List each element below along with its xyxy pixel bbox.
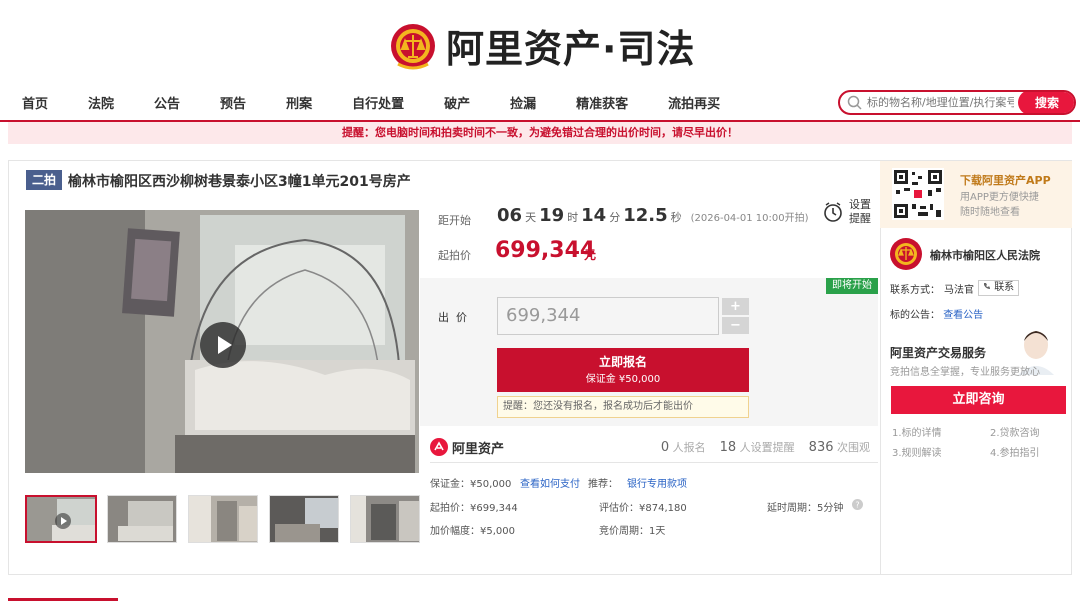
signup-title: 立即报名: [598, 355, 647, 369]
guide-item-loan[interactable]: 2.贷款咨询: [990, 424, 1040, 439]
guide-item-participation[interactable]: 4.参拍指引: [990, 444, 1040, 459]
search-button[interactable]: 搜索: [1018, 92, 1074, 113]
countdown-label: 距开始: [438, 214, 471, 227]
bid-label: 出 价: [438, 311, 467, 324]
nav-item-precise-leads[interactable]: 精准获客: [576, 93, 628, 112]
signup-deposit: 保证金 ¥50,000: [585, 374, 661, 385]
countdown-hours: 19: [539, 205, 565, 226]
deposit-info: 保证金：¥50,000: [430, 479, 512, 490]
play-video-icon[interactable]: [200, 322, 246, 368]
view-count-label: 次围观: [837, 441, 870, 454]
signup-hint: 提醒：您还没有报名，报名成功后才能出价: [497, 396, 749, 418]
svg-text:?: ?: [855, 501, 859, 510]
search-icon: [847, 95, 862, 110]
countdown-seconds-unit: 秒: [670, 211, 682, 224]
court-emblem-icon: [391, 23, 435, 69]
decrease-bid-button[interactable]: −: [722, 317, 749, 334]
round-badge: 二拍: [26, 170, 62, 190]
countdown: 06 天 19 时 14 分 12.5 秒 (2026-04-01 10:00开…: [497, 205, 809, 226]
detail-increment: 加价幅度：¥5,000: [430, 526, 515, 537]
countdown-minutes: 14: [581, 205, 607, 226]
ali-asset-icon: [430, 438, 448, 456]
court-emblem-icon: [890, 238, 922, 270]
increase-bid-button[interactable]: +: [722, 298, 749, 315]
search-box: 搜索: [838, 90, 1076, 115]
app-download-line-1: 用APP更方便快捷: [960, 192, 1039, 203]
platform-name: 阿里资产: [452, 441, 505, 457]
service-title: 阿里资产交易服务: [890, 346, 987, 360]
app-download-title[interactable]: 下载阿里资产APP: [960, 172, 1051, 188]
start-time: (2026-04-01 10:00开拍): [690, 213, 809, 224]
contact-row: 联系方式： 马法官 联系: [890, 280, 1020, 296]
detail-delay: 延时周期：5分钟: [767, 503, 844, 514]
guide-item-detail[interactable]: 1.标的详情: [892, 424, 942, 439]
nav-item-announcement[interactable]: 公告: [154, 93, 180, 112]
stats-bar: 阿里资产 0 人报名 18 人设置提醒 836 次围观: [430, 434, 878, 460]
remind-label-2: 提醒: [849, 212, 871, 225]
contact-name: 马法官: [944, 284, 974, 296]
time-mismatch-notice: 提醒：您电脑时间和拍卖时间不一致，为避免错过合理的出价时间，请尽早出价！: [8, 122, 1072, 144]
announcement-row: 标的公告： 查看公告: [890, 306, 983, 321]
thumbnail-3[interactable]: [188, 495, 258, 543]
thumbnail-4[interactable]: [269, 495, 339, 543]
remind-count-label: 人设置提醒: [739, 441, 795, 454]
guide-item-rules[interactable]: 3.规则解读: [892, 444, 942, 459]
detail-start-price: 起拍价：¥699,344: [430, 503, 518, 514]
countdown-days: 06: [497, 205, 523, 226]
view-count: 836: [808, 440, 834, 455]
how-to-pay-link[interactable]: 查看如何支付: [520, 475, 580, 490]
main-nav: 首页 法院 公告 预告 刑案 自行处置 破产 捡漏 精准获客 流拍再买: [22, 93, 760, 112]
countdown-days-unit: 天: [525, 211, 537, 224]
court-name[interactable]: 榆林市榆阳区人民法院: [930, 247, 1040, 263]
search-input[interactable]: [864, 96, 1014, 109]
currency-unit: 元: [584, 248, 597, 262]
service-subtitle: 竞拍信息全掌握，专业服务更放心: [890, 367, 1040, 378]
recommend-label: 推荐：: [588, 479, 618, 490]
nav-item-bargain[interactable]: 捡漏: [510, 93, 536, 112]
help-icon[interactable]: ?: [852, 499, 863, 510]
item-title: 榆林市榆阳区西沙柳树巷景泰小区3幢1单元201号房产: [68, 174, 411, 190]
qr-code-icon[interactable]: [892, 168, 944, 220]
thumbnail-2[interactable]: [107, 495, 177, 543]
contact-button-label: 联系: [994, 282, 1015, 293]
signup-button[interactable]: 立即报名 保证金 ¥50,000: [497, 348, 749, 392]
nav-item-bankruptcy[interactable]: 破产: [444, 93, 470, 112]
alarm-clock-icon: [824, 202, 842, 222]
signup-count-label: 人报名: [672, 441, 706, 454]
detail-eval-price: 评估价：¥874,180: [599, 503, 687, 514]
announcement-label: 标的公告：: [890, 310, 940, 321]
platform-logo: 阿里资产: [430, 438, 504, 457]
countdown-minutes-unit: 分: [609, 211, 621, 224]
nav-item-self-disposal[interactable]: 自行处置: [352, 93, 404, 112]
app-download-desc: 用APP更方便快捷 随时随地查看: [960, 190, 1039, 220]
detail-bid-cycle: 竞价周期：1天: [599, 526, 666, 537]
countdown-hours-unit: 时: [567, 211, 579, 224]
thumbnail-1[interactable]: [25, 495, 97, 543]
set-reminder-button[interactable]: 设置 提醒: [822, 198, 871, 226]
nav-item-failed-rebuy[interactable]: 流拍再买: [668, 93, 720, 112]
brand-title: 阿里资产·司法: [446, 27, 696, 71]
nav-item-home[interactable]: 首页: [22, 93, 48, 112]
remind-label-1: 设置: [849, 198, 871, 211]
consult-now-button[interactable]: 立即咨询: [891, 386, 1066, 414]
bid-amount-input[interactable]: 699,344: [497, 297, 719, 335]
view-announcement-link[interactable]: 查看公告: [943, 310, 983, 321]
contact-button[interactable]: 联系: [978, 280, 1020, 296]
nav-item-court[interactable]: 法院: [88, 93, 114, 112]
contact-label: 联系方式：: [890, 284, 940, 296]
status-badge: 即将开始: [826, 278, 878, 294]
app-download-line-2: 随时随地查看: [960, 207, 1020, 218]
start-price-label: 起拍价: [438, 249, 471, 262]
nav-item-criminal[interactable]: 刑案: [286, 93, 312, 112]
countdown-seconds: 12.5: [623, 205, 668, 226]
signup-count: 0: [660, 440, 670, 455]
thumbnail-5[interactable]: [350, 495, 420, 543]
remind-count: 18: [719, 440, 737, 455]
bank-account-link[interactable]: 银行专用款项: [627, 475, 687, 490]
start-price: 699,344: [495, 238, 596, 263]
stats-divider: [430, 462, 878, 463]
phone-icon: [984, 283, 990, 289]
nav-item-preview[interactable]: 预告: [220, 93, 246, 112]
site-logo[interactable]: 阿里资产·司法: [390, 18, 695, 73]
